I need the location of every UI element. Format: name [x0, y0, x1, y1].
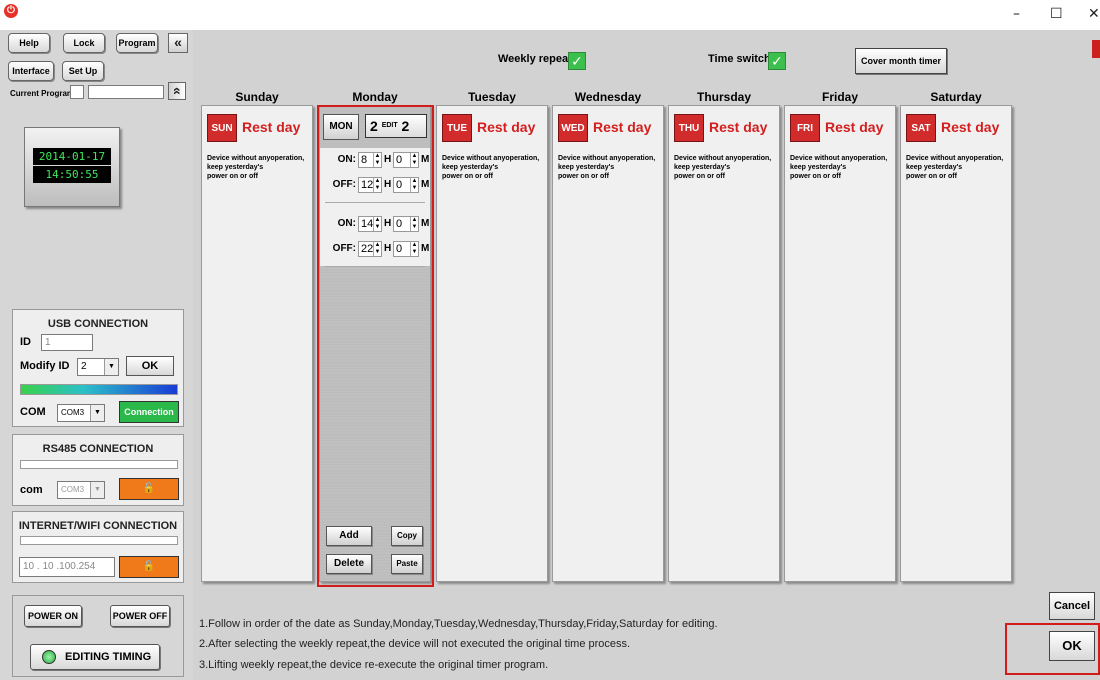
- rest-day-description: Device without anyoperation, keep yesterd…: [207, 155, 305, 180]
- day-tag-sat[interactable]: SAT: [906, 114, 936, 142]
- clock-date: 2014-01-17: [33, 148, 111, 165]
- wifi-lock-button[interactable]: 🔓: [119, 556, 179, 578]
- usb-connection-group: USB CONNECTION ID 1 Modify ID 2 ▼ OK COM…: [12, 309, 184, 427]
- chevron-down-icon[interactable]: ▼: [90, 405, 104, 421]
- day-header-tuesday: Tuesday: [468, 90, 516, 104]
- rest-day-label: Rest day: [825, 119, 884, 135]
- rs485-com-label: com: [20, 484, 43, 496]
- expand-up-button[interactable]: «: [168, 82, 186, 100]
- ip-address-field[interactable]: 10 . 10 .100.254: [19, 557, 115, 577]
- instruction-note-1: 1.Follow in order of the date as Sunday,…: [199, 618, 718, 630]
- rs485-com-value: COM3: [61, 485, 85, 494]
- rest-day-description: Device without anyoperation, keep yesterd…: [790, 155, 888, 180]
- collapse-panel-button[interactable]: «: [168, 33, 188, 53]
- current-program-box[interactable]: [70, 85, 84, 99]
- cover-month-timer-button[interactable]: Cover month timer: [855, 48, 947, 74]
- left-panel: Help Lock Program « Interface Set Up Cur…: [0, 30, 193, 680]
- day-column-sunday[interactable]: SUN Rest day Device without anyoperation…: [201, 105, 313, 582]
- day-column-tuesday[interactable]: TUE Rest day Device without anyoperation…: [436, 105, 548, 582]
- lock-icon: 🔓: [142, 561, 156, 572]
- day-tag-fri[interactable]: FRI: [790, 114, 820, 142]
- usb-signal-bar: [20, 384, 178, 395]
- modify-id-value: 2: [81, 361, 87, 372]
- connection-button[interactable]: Connection: [119, 401, 179, 423]
- day-tag-wed[interactable]: WED: [558, 114, 588, 142]
- lock-button[interactable]: Lock: [63, 33, 105, 53]
- editing-timing-button[interactable]: EDITING TIMING: [30, 644, 160, 670]
- power-off-button[interactable]: POWER OFF: [110, 605, 170, 627]
- day-tag-thu[interactable]: THU: [674, 114, 704, 142]
- rest-day-label: Rest day: [941, 119, 1000, 135]
- chevron-down-icon[interactable]: ▼: [90, 482, 104, 498]
- rest-day-description: Device without anyoperation, keep yesterd…: [674, 155, 772, 180]
- rest-day-label: Rest day: [709, 119, 768, 135]
- day-header-thursday: Thursday: [696, 90, 751, 104]
- day-tag-tue[interactable]: TUE: [442, 114, 472, 142]
- power-on-button[interactable]: POWER ON: [24, 605, 82, 627]
- com-select[interactable]: COM3 ▼: [57, 404, 105, 422]
- corner-indicator: [1092, 40, 1100, 58]
- rs485-lock-button[interactable]: 🔓: [119, 478, 179, 500]
- modify-id-ok-button[interactable]: OK: [126, 356, 174, 376]
- power-icon: ⏻: [4, 4, 18, 18]
- help-button[interactable]: Help: [8, 33, 50, 53]
- day-column-friday[interactable]: FRI Rest day Device without anyoperation…: [784, 105, 896, 582]
- day-column-wednesday[interactable]: WED Rest day Device without anyoperation…: [552, 105, 664, 582]
- instruction-note-2: 2.After selecting the weekly repeat,the …: [199, 638, 631, 650]
- day-header-wednesday: Wednesday: [574, 90, 642, 104]
- weekly-repeat-label: Weekly repeat: [498, 53, 572, 65]
- wifi-title: INTERNET/WIFI CONNECTION: [18, 520, 178, 532]
- rs485-connection-group: RS485 CONNECTION com COM3 ▼ 🔓: [12, 434, 184, 506]
- wifi-connection-group: INTERNET/WIFI CONNECTION 10 . 10 .100.25…: [12, 511, 184, 583]
- interface-button[interactable]: Interface: [8, 61, 54, 81]
- day-column-thursday[interactable]: THU Rest day Device without anyoperation…: [668, 105, 780, 582]
- cancel-button[interactable]: Cancel: [1049, 592, 1095, 620]
- ok-highlight: [1005, 623, 1100, 675]
- title-bar: ⏻ – ☐ ✕: [0, 0, 1100, 30]
- program-button[interactable]: Program: [116, 33, 158, 53]
- monday-highlight: [317, 105, 434, 587]
- status-led-icon: [42, 650, 56, 664]
- time-switch-checkbox[interactable]: ✓: [768, 52, 786, 70]
- instruction-note-3: 3.Lifting weekly repeat,the device re-ex…: [199, 659, 549, 671]
- day-header-sunday: Sunday: [235, 90, 279, 104]
- usb-title: USB CONNECTION: [47, 318, 149, 330]
- rs485-com-select[interactable]: COM3 ▼: [57, 481, 105, 499]
- com-label: COM: [20, 406, 46, 418]
- rest-day-label: Rest day: [242, 119, 301, 135]
- maximize-button[interactable]: ☐: [1050, 6, 1063, 22]
- chevron-down-icon[interactable]: ▼: [104, 359, 118, 375]
- lock-icon: 🔓: [142, 483, 156, 494]
- rest-day-description: Device without anyoperation, keep yesterd…: [558, 155, 656, 180]
- rest-day-description: Device without anyoperation, keep yesterd…: [906, 155, 1004, 180]
- day-header-friday: Friday: [821, 90, 858, 104]
- rest-day-description: Device without anyoperation, keep yesterd…: [442, 155, 540, 180]
- clock-time: 14:50:55: [33, 166, 111, 183]
- day-tag-sun[interactable]: SUN: [207, 114, 237, 142]
- current-program-field[interactable]: [88, 85, 164, 99]
- id-label: ID: [20, 336, 31, 348]
- rest-day-label: Rest day: [593, 119, 652, 135]
- modify-id-select[interactable]: 2 ▼: [77, 358, 119, 376]
- editing-timing-label: EDITING TIMING: [65, 651, 152, 663]
- day-header-saturday: Saturday: [930, 90, 982, 104]
- current-program-label: Current Program: [10, 89, 75, 98]
- main-area: Weekly repeat ✓ Time switch ✓ Cover mont…: [193, 30, 1100, 680]
- clock-display: 2014-01-17 14:50:55: [24, 127, 120, 207]
- wifi-signal-bar: [20, 536, 178, 545]
- close-button[interactable]: ✕: [1088, 6, 1100, 22]
- time-switch-label: Time switch: [708, 53, 771, 65]
- modify-id-label: Modify ID: [20, 360, 70, 372]
- setup-button[interactable]: Set Up: [62, 61, 104, 81]
- weekly-repeat-checkbox[interactable]: ✓: [568, 52, 586, 70]
- rs485-title: RS485 CONNECTION: [42, 443, 154, 455]
- day-column-saturday[interactable]: SAT Rest day Device without anyoperation…: [900, 105, 1012, 582]
- rest-day-label: Rest day: [477, 119, 536, 135]
- minimize-button[interactable]: –: [1013, 6, 1020, 22]
- rs485-signal-bar: [20, 460, 178, 469]
- id-field[interactable]: 1: [41, 334, 93, 351]
- day-header-monday: Monday: [352, 90, 398, 104]
- com-value: COM3: [61, 408, 85, 417]
